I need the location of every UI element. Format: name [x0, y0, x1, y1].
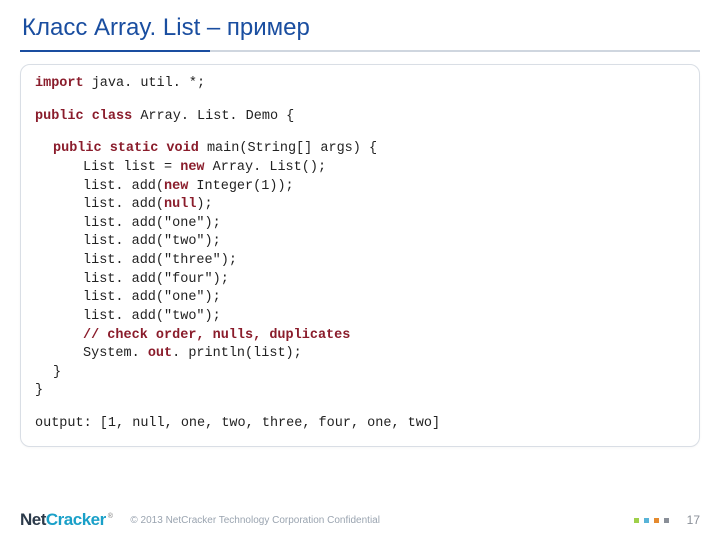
code-text: );	[196, 197, 212, 212]
footer: NetCracker® © 2013 NetCracker Technology…	[0, 500, 720, 540]
code-line: import java. util. *;	[35, 75, 685, 94]
code-line: list. add(null);	[35, 196, 685, 215]
slide-title: Класс Array. List – пример	[22, 14, 698, 42]
logo: NetCracker®	[20, 510, 112, 530]
code-line: }	[35, 382, 685, 401]
code-line: list. add("two");	[35, 233, 685, 252]
code-line: public class Array. List. Demo {	[35, 108, 685, 127]
title-rule	[20, 50, 700, 52]
dot-icon	[664, 518, 669, 523]
brand-dots-icon	[634, 518, 669, 523]
slide: Класс Array. List – пример import java. …	[0, 0, 720, 540]
keyword: new	[164, 179, 188, 194]
code-text: Array. List();	[205, 160, 327, 175]
code-line: System. out. println(list);	[35, 345, 685, 364]
blank-line	[35, 401, 685, 415]
logo-tm: ®	[108, 513, 113, 520]
blank-line	[35, 94, 685, 108]
code-text: . println(list);	[172, 346, 302, 361]
code-line: // check order, nulls, duplicates	[35, 327, 685, 346]
code-line: list. add("four");	[35, 271, 685, 290]
code-text: List list =	[83, 160, 180, 175]
code-text: list. add(	[83, 197, 164, 212]
keyword: public	[53, 141, 102, 156]
logo-text-b: Cracker	[46, 510, 106, 530]
code-line: list. add(new Integer(1));	[35, 178, 685, 197]
code-line: list. add("one");	[35, 215, 685, 234]
keyword: class	[84, 109, 133, 124]
blank-line	[35, 126, 685, 140]
code-text: main(String[] args) {	[199, 141, 377, 156]
code-line: list. add("three");	[35, 252, 685, 271]
code-text: java. util. *;	[84, 76, 206, 91]
page-number: 17	[687, 513, 700, 527]
output-line: output: [1, null, one, two, three, four,…	[35, 415, 685, 434]
content-area: import java. util. *; public class Array…	[0, 60, 720, 540]
code-text: list. add(	[83, 179, 164, 194]
code-line: public static void main(String[] args) {	[35, 140, 685, 159]
keyword: out	[148, 346, 172, 361]
code-text: Integer(1));	[188, 179, 293, 194]
code-line: }	[35, 364, 685, 383]
copyright: © 2013 NetCracker Technology Corporation…	[130, 515, 380, 526]
keyword: public	[35, 109, 84, 124]
keyword: static	[102, 141, 159, 156]
keyword: new	[180, 160, 204, 175]
comment: // check order, nulls, duplicates	[83, 328, 350, 343]
code-text: Array. List. Demo {	[132, 109, 294, 124]
title-area: Класс Array. List – пример	[0, 0, 720, 50]
keyword: null	[164, 197, 196, 212]
code-card: import java. util. *; public class Array…	[20, 64, 700, 447]
code-line: list. add("one");	[35, 289, 685, 308]
code-text: System.	[83, 346, 148, 361]
logo-text-a: Net	[20, 510, 46, 530]
code-line: List list = new Array. List();	[35, 159, 685, 178]
dot-icon	[644, 518, 649, 523]
dot-icon	[634, 518, 639, 523]
code-line: list. add("two");	[35, 308, 685, 327]
keyword: void	[158, 141, 199, 156]
dot-icon	[654, 518, 659, 523]
keyword: import	[35, 76, 84, 91]
